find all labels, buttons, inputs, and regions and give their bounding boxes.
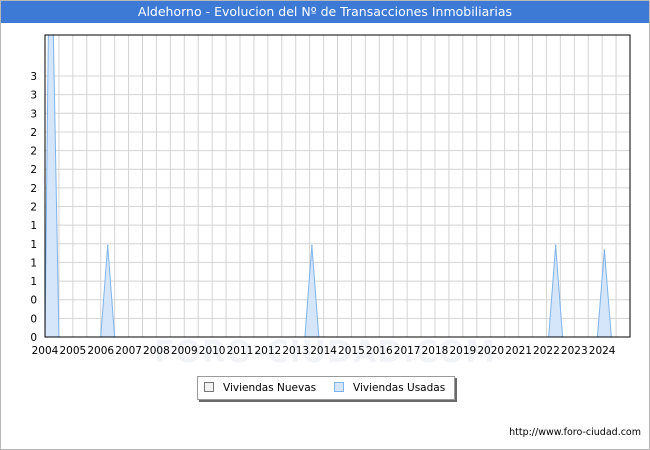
y-tick-label: 0 [30,332,37,344]
y-tick-label: 1 [30,257,37,269]
series-usadas-point [106,244,109,247]
x-tick-label: 2020 [477,345,504,357]
x-tick-label: 2005 [59,345,86,357]
y-tick-label: 2 [30,127,37,139]
x-tick-label: 2013 [282,345,309,357]
x-tick-label: 2017 [394,345,421,357]
series-usadas-point [311,244,313,247]
legend: Viviendas Nuevas Viviendas Usadas [197,376,455,400]
x-tick-label: 2024 [589,345,616,357]
y-tick-label: 0 [30,313,37,325]
x-tick-label: 2006 [87,345,114,357]
series-usadas-point [603,249,606,251]
y-tick-label: 2 [30,183,37,195]
y-tick-label: 2 [30,146,37,158]
x-tick-label: 2014 [310,345,337,357]
x-tick-label: 2022 [533,345,560,357]
x-tick-label: 2019 [449,345,476,357]
y-tick-label: 1 [30,220,37,232]
y-tick-label: 3 [30,108,37,120]
legend-item-nuevas: Viviendas Nuevas [204,377,316,399]
series-usadas-point [554,244,557,247]
x-tick-label: 2023 [561,345,588,357]
y-tick-label: 3 [30,71,37,83]
x-tick-label: 2018 [422,345,449,357]
x-tick-label: 2007 [115,345,142,357]
y-tick-label: 1 [30,239,37,251]
y-tick-label: 2 [30,164,37,176]
x-tick-label: 2012 [254,345,281,357]
x-tick-label: 2009 [171,345,198,357]
legend-swatch-usadas [334,382,344,392]
x-tick-label: 2004 [32,345,59,357]
y-tick-label: 2 [30,202,37,214]
legend-swatch-nuevas [204,382,214,392]
y-tick-label: 1 [30,276,37,288]
x-tick-label: 2015 [338,345,365,357]
legend-item-usadas: Viviendas Usadas [334,377,445,399]
y-tick-label: 3 [30,90,37,102]
x-tick-label: 2011 [227,345,254,357]
y-tick-label: 0 [30,295,37,307]
x-tick-label: 2016 [366,345,393,357]
x-tick-label: 2010 [199,345,226,357]
footer-url: http://www.foro-ciudad.com [509,427,641,438]
legend-label-nuevas: Viviendas Nuevas [223,382,317,394]
legend-label-usadas: Viviendas Usadas [353,382,446,394]
x-tick-label: 2008 [143,345,170,357]
x-tick-label: 2021 [505,345,532,357]
